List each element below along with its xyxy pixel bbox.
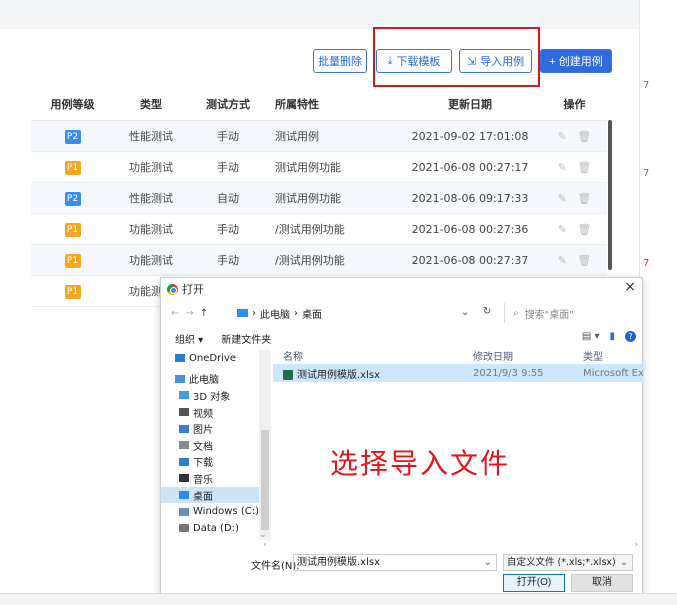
test-case-table: 用例等级 类型 测试方式 所属特性 更新日期 操作 P2 性能测试 手动 测试用例 20… bbox=[31, 88, 607, 307]
new-folder-button[interactable]: 新建文件夹 bbox=[221, 331, 271, 346]
delete-icon[interactable]: 🗑 bbox=[577, 161, 591, 174]
horizontal-scrollbar[interactable]: ⌄ ‹ › bbox=[161, 530, 644, 554]
col-type: 类型 bbox=[140, 98, 162, 111]
delete-icon[interactable]: 🗑 bbox=[577, 192, 591, 205]
organize-button[interactable]: 组织 ▾ bbox=[175, 331, 203, 346]
filename-input[interactable]: 测试用例模版.xlsx ⌄ bbox=[293, 554, 497, 571]
dialog-title: 打开 bbox=[182, 283, 204, 296]
folder-icon bbox=[175, 354, 185, 363]
nav-item[interactable]: 桌面 bbox=[161, 486, 271, 504]
folder-icon bbox=[179, 441, 189, 450]
folder-icon bbox=[179, 457, 189, 466]
preview-pane-icon[interactable]: ▮ bbox=[609, 331, 615, 342]
file-type-select[interactable]: 自定义文件 (*.xls;*.xlsx) ⌄ bbox=[503, 554, 633, 571]
search-icon: ⌕ bbox=[513, 307, 519, 319]
folder-icon bbox=[179, 507, 189, 516]
breadcrumb[interactable]: › 此电脑 › 桌面 bbox=[237, 306, 477, 321]
folder-icon bbox=[179, 474, 189, 483]
nav-arrows[interactable]: ←→↑ bbox=[161, 308, 237, 319]
chevron-down-icon[interactable]: ⌄ bbox=[484, 555, 492, 570]
level-badge: P1 bbox=[64, 222, 81, 237]
right-side-panel: 7 7 7 bbox=[639, 0, 677, 605]
nav-item[interactable]: Windows (C:) bbox=[161, 503, 271, 520]
folder-icon bbox=[179, 408, 189, 417]
caption-text: 选择导入文件 bbox=[330, 447, 511, 480]
nav-item[interactable]: 音乐 bbox=[161, 470, 271, 487]
file-list-header: 名称 修改日期 类型 bbox=[283, 351, 603, 363]
view-icon[interactable]: ▤ ▾ bbox=[582, 331, 600, 342]
nav-item[interactable]: OneDrive bbox=[161, 350, 271, 367]
address-bar: ←→↑ › 此电脑 › 桌面 ⌄ ↻ ⌕ 搜索"桌面" bbox=[161, 300, 642, 326]
open-button[interactable]: 打开(O) bbox=[503, 574, 565, 592]
close-icon[interactable]: × bbox=[624, 279, 636, 295]
navigation-pane: OneDrive 此电脑 3D 对象 视频 图片 文档 下载 音乐 桌面 Windows (C:)… bbox=[161, 350, 271, 540]
delete-icon[interactable]: 🗑 bbox=[577, 130, 591, 143]
excel-file-icon bbox=[283, 369, 293, 380]
col-actions: 操作 bbox=[563, 98, 586, 111]
folder-icon bbox=[175, 374, 185, 383]
chevron-down-icon[interactable]: ⌄ bbox=[620, 555, 628, 570]
edit-icon[interactable]: ✎ bbox=[558, 254, 567, 267]
delete-icon[interactable]: 🗑 bbox=[577, 223, 591, 236]
file-open-dialog: 打开 × ←→↑ › 此电脑 › 桌面 ⌄ ↻ ⌕ 搜索"桌面" 组织 ▾ 新建… bbox=[160, 277, 644, 597]
nav-item[interactable]: 3D 对象 bbox=[161, 387, 271, 404]
level-badge: P1 bbox=[64, 253, 81, 268]
level-badge: P2 bbox=[64, 129, 81, 144]
cancel-button[interactable]: 取消 bbox=[571, 574, 633, 592]
nav-item[interactable]: 图片 bbox=[161, 420, 271, 437]
edit-icon[interactable]: ✎ bbox=[558, 130, 567, 143]
nav-item[interactable]: 下载 bbox=[161, 454, 271, 471]
edit-icon[interactable]: ✎ bbox=[558, 192, 567, 205]
level-badge: P1 bbox=[64, 160, 81, 175]
search-input[interactable]: ⌕ 搜索"桌面" bbox=[504, 303, 640, 323]
list-item[interactable]: 测试用例模版.xlsx 2021/9/3 9:55 Microsoft Ex bbox=[273, 364, 644, 382]
table-row: P2 性能测试 手动 测试用例 2021-09-02 17:01:08 ✎ 🗑 bbox=[31, 121, 607, 152]
help-icon[interactable]: ? bbox=[625, 331, 636, 342]
table-scrollbar[interactable] bbox=[608, 120, 612, 270]
nav-item[interactable]: 视频 bbox=[161, 404, 271, 421]
table-row: P2 性能测试 自动 测试用例功能 2021-08-06 09:17:33 ✎ 🗑 bbox=[31, 183, 607, 214]
dialog-titlebar: 打开 × bbox=[161, 278, 642, 300]
level-badge: P2 bbox=[64, 191, 81, 206]
col-updated: 更新日期 bbox=[448, 98, 492, 111]
level-badge: P1 bbox=[64, 284, 81, 299]
folder-icon bbox=[179, 391, 189, 400]
nav-item[interactable]: 文档 bbox=[161, 437, 271, 454]
nav-item[interactable]: Data (D:) bbox=[161, 520, 271, 537]
table-row: P1 功能测试 手动/测试用例功能 2021-06-08 00:27:36 ✎ 🗑 bbox=[31, 214, 607, 245]
col-level: 用例等级 bbox=[50, 98, 95, 111]
nav-scrollbar[interactable] bbox=[259, 350, 271, 540]
col-method: 测试方式 bbox=[206, 98, 250, 111]
folder-icon bbox=[179, 424, 189, 433]
folder-icon bbox=[237, 309, 248, 317]
batch-delete-button[interactable]: 批量删除 bbox=[313, 49, 367, 73]
folder-icon bbox=[179, 491, 189, 500]
chevron-down-icon[interactable]: ⌄ bbox=[461, 307, 469, 318]
delete-icon[interactable]: 🗑 bbox=[577, 254, 591, 267]
edit-icon[interactable]: ✎ bbox=[558, 223, 567, 236]
col-feature: 所属特性 bbox=[275, 98, 319, 111]
chrome-icon bbox=[167, 283, 178, 295]
folder-icon bbox=[179, 524, 189, 533]
create-case-button[interactable]: + 创建用例 bbox=[540, 49, 612, 73]
bottom-bar bbox=[0, 593, 677, 605]
table-row: P1 功能测试 手动/测试用例功能 2021-06-08 00:27:37 ✎ 🗑 bbox=[31, 245, 607, 276]
edit-icon[interactable]: ✎ bbox=[558, 161, 567, 174]
table-row: P1 功能测试 手动 测试用例功能 2021-06-08 00:27:17 ✎ 🗑 bbox=[31, 152, 607, 183]
table-header: 用例等级 类型 测试方式 所属特性 更新日期 操作 bbox=[31, 88, 607, 121]
nav-item[interactable]: 此电脑 bbox=[161, 371, 271, 388]
refresh-icon[interactable]: ↻ bbox=[483, 306, 491, 317]
top-bar bbox=[0, 0, 677, 29]
highlight-box bbox=[373, 27, 540, 87]
